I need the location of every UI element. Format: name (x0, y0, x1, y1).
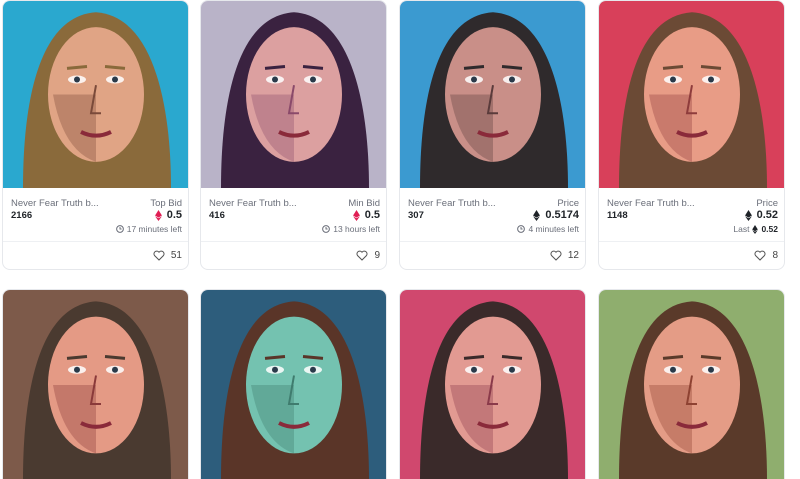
eth-icon (154, 209, 162, 221)
nft-card[interactable] (2, 289, 189, 479)
nft-card[interactable] (598, 289, 785, 479)
card-info: Never Fear Truth b... 1148 Price 0.52 La… (599, 188, 784, 239)
time-left: 13 hours left (322, 224, 380, 234)
portrait-illustration (599, 290, 784, 479)
nft-artwork[interactable] (201, 290, 386, 479)
clock-icon (115, 225, 124, 233)
like-button[interactable]: 9 (356, 250, 380, 261)
clock-icon (322, 225, 331, 233)
time-left-text: 13 hours left (333, 224, 380, 234)
heart-icon (754, 250, 766, 261)
nft-card[interactable]: Never Fear Truth b... 1148 Price 0.52 La… (598, 0, 785, 270)
eth-icon (352, 209, 360, 221)
card-footer: 9 (201, 241, 386, 269)
eth-icon (752, 224, 759, 234)
time-left-text: 4 minutes left (528, 224, 579, 234)
nft-title: Never Fear Truth b... (11, 198, 99, 209)
nft-title: Never Fear Truth b... (209, 198, 297, 209)
token-id: 416 (209, 210, 225, 221)
price-label: Price (756, 198, 778, 209)
card-footer: 8 (599, 241, 784, 269)
nft-title: Never Fear Truth b... (408, 198, 496, 209)
nft-artwork[interactable] (3, 1, 188, 188)
portrait-illustration (599, 1, 784, 188)
like-button[interactable]: 8 (754, 250, 778, 261)
time-left-text: 17 minutes left (126, 224, 182, 234)
card-footer: 51 (3, 241, 188, 269)
portrait-illustration (400, 1, 585, 188)
heart-icon (153, 250, 165, 261)
like-count: 12 (567, 250, 579, 261)
portrait-illustration (400, 290, 585, 479)
token-id: 307 (408, 210, 424, 221)
price-value: 0.5174 (545, 209, 579, 221)
nft-artwork[interactable] (599, 1, 784, 188)
last-sale-label: Last (733, 224, 750, 234)
time-left: 4 minutes left (517, 224, 579, 234)
card-info: Never Fear Truth b... 416 Min Bid 0.5 13… (201, 188, 386, 239)
portrait-illustration (3, 290, 188, 479)
price-label: Top Bid (150, 198, 182, 209)
card-footer: 12 (400, 241, 585, 269)
price-value: 0.5 (364, 209, 380, 221)
time-left: 17 minutes left (115, 224, 182, 234)
heart-icon (356, 250, 368, 261)
price: 0.52 (744, 209, 778, 221)
token-id: 2166 (11, 210, 33, 221)
nft-artwork[interactable] (3, 290, 188, 479)
like-button[interactable]: 51 (153, 250, 182, 261)
last-sale-value: 0.52 (761, 224, 778, 234)
price-label: Price (557, 198, 579, 209)
token-id: 1148 (607, 210, 628, 221)
card-info: Never Fear Truth b... 2166 Top Bid 0.5 1… (3, 188, 188, 239)
heart-icon (550, 250, 562, 261)
nft-artwork[interactable] (201, 1, 386, 188)
price: 0.5174 (533, 209, 579, 221)
price-label: Min Bid (348, 198, 380, 209)
eth-icon (744, 209, 752, 221)
nft-card[interactable]: Never Fear Truth b... 416 Min Bid 0.5 13… (200, 0, 387, 270)
nft-card[interactable]: Never Fear Truth b... 307 Price 0.5174 4… (399, 0, 586, 270)
nft-artwork[interactable] (400, 1, 585, 188)
price: 0.5 (154, 209, 182, 221)
like-count: 8 (772, 250, 778, 261)
nft-card[interactable] (200, 289, 387, 479)
clock-icon (517, 225, 526, 233)
price-value: 0.5 (166, 209, 182, 221)
portrait-illustration (201, 290, 386, 479)
nft-artwork[interactable] (400, 290, 585, 479)
last-sale: Last 0.52 (733, 224, 778, 234)
price: 0.5 (352, 209, 380, 221)
nft-card[interactable]: Never Fear Truth b... 2166 Top Bid 0.5 1… (2, 0, 189, 270)
like-count: 51 (170, 250, 182, 261)
nft-title: Never Fear Truth b... (607, 198, 695, 209)
portrait-illustration (201, 1, 386, 188)
nft-artwork[interactable] (599, 290, 784, 479)
portrait-illustration (3, 1, 188, 188)
like-button[interactable]: 12 (550, 250, 579, 261)
nft-card[interactable] (399, 289, 586, 479)
card-info: Never Fear Truth b... 307 Price 0.5174 4… (400, 188, 585, 239)
like-count: 9 (374, 250, 380, 261)
eth-icon (533, 209, 541, 221)
price-value: 0.52 (756, 209, 778, 221)
